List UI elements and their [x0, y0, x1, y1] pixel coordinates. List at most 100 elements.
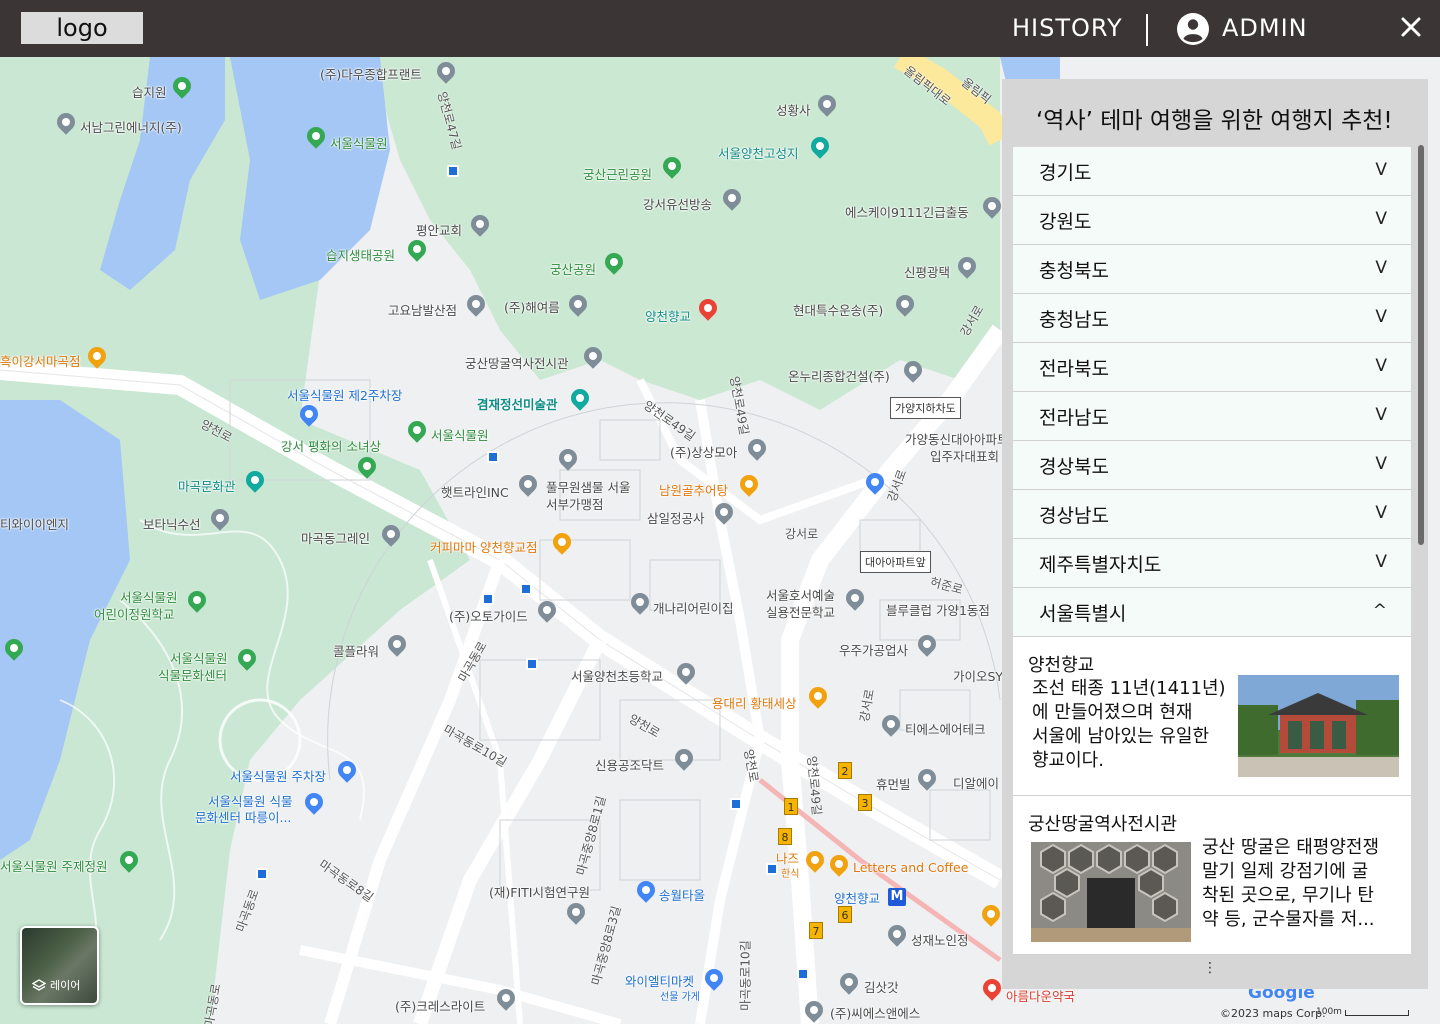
map-label[interactable]: 식물문화센터 [158, 665, 227, 684]
place-photo[interactable] [1238, 675, 1399, 777]
region-item-chungnam[interactable]: 충청남도 V [1013, 294, 1411, 343]
map-label[interactable]: 고요남발산점 [388, 300, 457, 319]
bus-stop-icon[interactable] [447, 165, 459, 177]
map-label[interactable]: 신평광택 [904, 262, 950, 281]
map-label[interactable]: 양천향교 [645, 306, 691, 325]
close-icon[interactable] [1398, 14, 1424, 40]
map-label[interactable]: 한식 [781, 865, 799, 880]
subway-station-icon[interactable]: M [888, 888, 906, 906]
map-label[interactable]: 우주가공업사 [839, 640, 908, 659]
map-label[interactable]: 용대리 황태세상 [712, 693, 796, 712]
bus-stop-icon[interactable] [487, 451, 499, 463]
map-attribution[interactable]: ©2023 maps Corp. [1220, 1007, 1326, 1020]
region-item-jeju[interactable]: 제주특별자치도 V [1013, 539, 1411, 588]
map-label[interactable]: 티에스에어테크 [905, 719, 986, 738]
map-label[interactable]: 서울식물원 [431, 425, 489, 444]
map-label[interactable]: Letters and Coffee [853, 860, 968, 875]
region-label: 서울특별시 [1039, 603, 1127, 625]
region-item-gyeongnam[interactable]: 경상남도 V [1013, 490, 1411, 539]
map-label[interactable]: (재)FITI시험연구원 [489, 882, 590, 901]
map-label[interactable]: 서울식물원 주제정원 [0, 856, 107, 875]
map-label[interactable]: 디알에이 [953, 773, 999, 792]
region-item-seoul[interactable]: 서울특별시 ^ [1013, 588, 1411, 637]
map-label[interactable]: 삼일정공사 [647, 508, 705, 527]
map-label[interactable]: 입주자대표회 [930, 446, 999, 465]
map-label[interactable]: 어린이정원학교 [94, 604, 175, 623]
map-label[interactable]: 가이오SY [953, 666, 1003, 685]
bus-stop-icon[interactable] [730, 798, 742, 810]
map-label[interactable]: 궁산근린공원 [583, 164, 652, 183]
map-label[interactable]: 휴먼빌 [876, 774, 911, 793]
map-label[interactable]: 실용전문학교 [766, 602, 835, 621]
layer-toggle-button[interactable]: 레이어 [20, 926, 99, 1005]
map-label[interactable]: 보타닉수선 [143, 514, 201, 533]
map-label[interactable]: 평안교회 [416, 220, 462, 239]
map-label[interactable]: 궁산공원 [550, 259, 596, 278]
region-item-gyeongbuk[interactable]: 경상북도 V [1013, 441, 1411, 490]
subway-exit-icon: 6 [838, 906, 852, 923]
map-label[interactable]: 콜플라워 [333, 641, 379, 660]
map-label[interactable]: 습지원 [132, 82, 167, 101]
map-label[interactable]: 송월타올 [659, 885, 705, 904]
map-label[interactable]: 양천향교 [834, 888, 880, 907]
region-item-jeonnam[interactable]: 전라남도 V [1013, 392, 1411, 441]
map-label[interactable]: 신용공조닥트 [595, 755, 664, 774]
region-item-gyeonggi[interactable]: 경기도 V [1013, 147, 1411, 196]
history-link[interactable]: HISTORY [1012, 14, 1123, 42]
bus-stop-icon[interactable] [520, 583, 532, 595]
map-label[interactable]: 남원골추어탕 [659, 480, 728, 499]
place-photo[interactable] [1031, 842, 1191, 942]
layers-icon [32, 979, 46, 991]
region-item-gangwon[interactable]: 강원도 V [1013, 196, 1411, 245]
more-icon[interactable]: ⋮ [1203, 960, 1217, 976]
map-label[interactable]: 궁산땅굴역사전시관 [465, 353, 569, 372]
panel-scrollbar[interactable] [1418, 145, 1424, 545]
map-label[interactable]: 티와이이엔지 [0, 514, 69, 533]
region-item-chungbuk[interactable]: 충청북도 V [1013, 245, 1411, 294]
map-label[interactable]: 개나리어린이집 [653, 598, 734, 617]
place-card[interactable]: 궁산땅굴역사전시관 궁산 땅굴은 태평양전쟁 말기 일제 강점기에 굴 착된 곳… [1013, 796, 1411, 955]
map-label[interactable]: 현대특수운송(주) [793, 300, 883, 319]
map-label[interactable]: 마곡문화관 [178, 476, 236, 495]
region-item-jeonbuk[interactable]: 전라북도 V [1013, 343, 1411, 392]
map-label[interactable]: 강서유선방송 [643, 194, 712, 213]
map-label[interactable]: 커피마마 양천향교점 [430, 537, 537, 556]
map-label[interactable]: 김삿갓 [864, 977, 899, 996]
bus-stop-icon[interactable] [526, 658, 538, 670]
map-label[interactable]: 서남그린에너지(주) [80, 117, 182, 136]
admin-label[interactable]: ADMIN [1222, 14, 1308, 42]
map-label[interactable]: (주)상상모아 [670, 442, 737, 461]
map-label[interactable]: 성재노인정 [911, 930, 969, 949]
map-label[interactable]: 서울식물원 [330, 133, 388, 152]
map-label[interactable]: 온누리종합건설(주) [788, 366, 890, 385]
map-label[interactable]: 서부가맹점 [546, 494, 604, 513]
chevron-down-icon: V [1375, 209, 1387, 229]
logo[interactable]: logo [21, 12, 143, 44]
map-label[interactable]: 흑이강서마곡점 [0, 351, 81, 370]
map-label[interactable]: 마곡동그레인 [301, 528, 370, 547]
map-label[interactable]: (주)크레스라이트 [395, 996, 485, 1015]
map-label[interactable]: 선물 가게 [660, 988, 700, 1003]
map-label[interactable]: (주)씨에스앤에스 [830, 1003, 920, 1022]
map-label[interactable]: (주)다우종합프랜트 [320, 64, 422, 83]
map-label[interactable]: (주)해여름 [504, 297, 560, 316]
map-label[interactable]: (주)오토가이드 [449, 606, 528, 625]
place-card[interactable]: 양천향교 조선 태종 11년(1411년) 에 만들어졌으며 현재 서울에 남아… [1013, 637, 1411, 796]
map-label[interactable]: 블루클럽 가양1동점 [886, 600, 990, 619]
map-label[interactable]: 서울식물원 주차장 [230, 766, 326, 785]
map-label[interactable]: 서울양천초등학교 [571, 666, 663, 685]
map-label[interactable]: 강서 평화의 소녀상 [281, 436, 381, 455]
map-label[interactable]: 성황사 [776, 100, 811, 119]
bus-stop-icon[interactable] [256, 868, 268, 880]
map-label[interactable]: 서울식물원 제2주차장 [287, 385, 402, 404]
map-label[interactable]: 겸재정선미술관 [477, 394, 558, 413]
map-label[interactable]: 에스케이9111긴급출동 [845, 202, 969, 221]
map-label[interactable]: 서울양천고성지 [718, 143, 799, 162]
bus-stop-icon[interactable] [797, 968, 809, 980]
map-label[interactable]: 습지생태공원 [326, 245, 395, 264]
bus-stop-icon[interactable] [482, 593, 494, 605]
region-label: 강원도 [1039, 211, 1092, 233]
map-label[interactable]: 문화센터 따릉이... [195, 807, 291, 826]
user-icon[interactable] [1176, 12, 1210, 46]
map-label[interactable]: 햇트라인INC [441, 482, 509, 501]
